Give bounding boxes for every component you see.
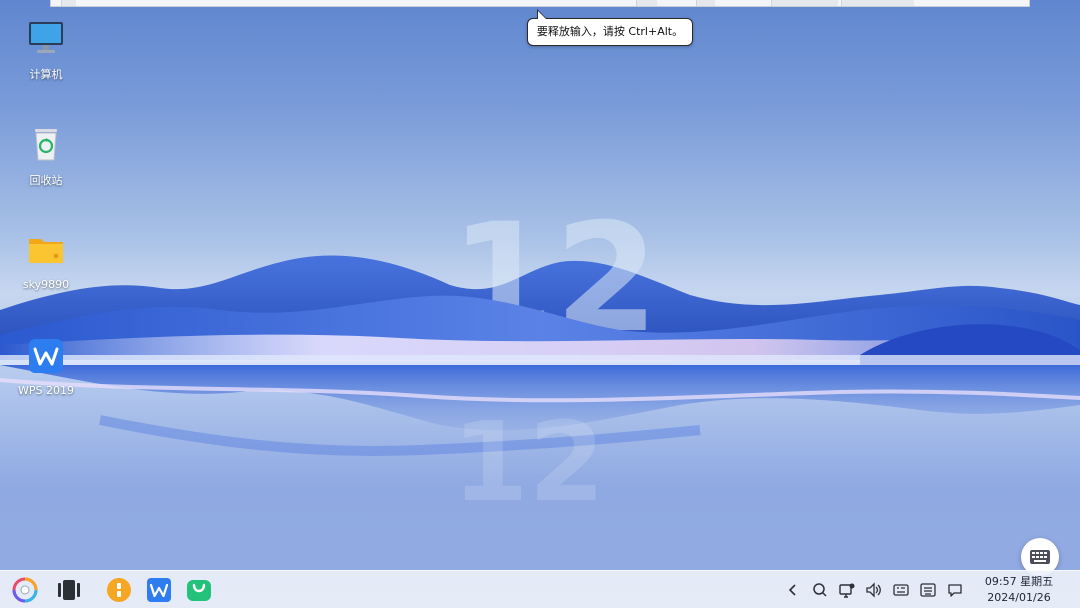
input-method-icon: [893, 584, 909, 596]
network-icon: [839, 583, 855, 598]
svg-text:12: 12: [452, 398, 605, 526]
tray-collapse-button[interactable]: [784, 581, 802, 599]
folder-icon: [29, 239, 63, 263]
desktop-icon-wps[interactable]: WPS 2019: [8, 336, 84, 397]
clock-date: 2024/01/26: [987, 591, 1051, 604]
wallpaper: 12 12: [0, 192, 1080, 526]
notification-icon: [948, 584, 962, 597]
clock-time: 09:57 星期五: [984, 575, 1054, 588]
app-store-icon: [187, 580, 211, 601]
file-manager-button[interactable]: [106, 577, 132, 603]
app-store-button[interactable]: [186, 577, 212, 603]
tooltip-text: 要释放输入，请按 Ctrl+Alt。: [536, 25, 684, 38]
vm-toolbar: [50, 0, 1030, 7]
volume-icon: [866, 582, 881, 598]
file-manager-icon: [107, 578, 131, 602]
wps-button[interactable]: [146, 577, 172, 603]
computer-icon: [29, 22, 63, 53]
desktop: 12 12 要释放输入，请按 Ctrl+Alt。 计算机 回收站 sky9890…: [0, 0, 1080, 608]
multitask-view-button[interactable]: [56, 577, 82, 603]
multitask-icon: [58, 580, 80, 600]
search-button[interactable]: [811, 581, 829, 599]
input-method-button[interactable]: [892, 581, 910, 599]
wps-icon: [147, 578, 171, 602]
notification-button[interactable]: [946, 581, 964, 599]
desktop-icon-computer[interactable]: 计算机: [8, 18, 84, 82]
keyboard-icon: [920, 583, 936, 597]
taskbar: 09:57 星期五 2024/01/26: [0, 570, 1080, 608]
wps-icon: [29, 339, 63, 373]
search-icon: [813, 583, 827, 597]
recycle-bin-icon: [35, 129, 57, 161]
volume-button[interactable]: [865, 581, 883, 599]
desktop-icon-folder-sky9890[interactable]: sky9890: [8, 230, 84, 291]
launcher-icon: [12, 577, 38, 603]
start-menu-button[interactable]: [12, 577, 38, 603]
network-button[interactable]: [838, 581, 856, 599]
chevron-left-icon: [788, 584, 796, 596]
keyboard-button[interactable]: [919, 581, 937, 599]
desktop-icon-recycle-bin[interactable]: 回收站: [8, 124, 84, 188]
release-input-tooltip: 要释放输入，请按 Ctrl+Alt。: [527, 18, 693, 46]
clock[interactable]: 09:57 星期五 2024/01/26: [982, 574, 1056, 606]
